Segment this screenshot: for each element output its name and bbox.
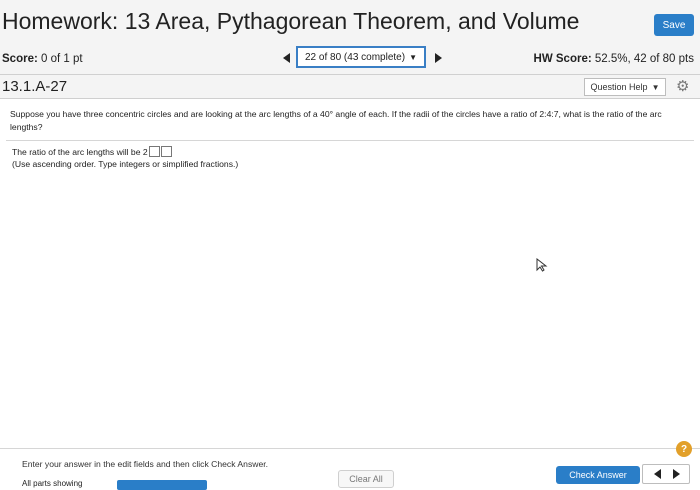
caret-down-icon: ▼ [651, 82, 660, 92]
hw-score: HW Score: 52.5%, 42 of 80 pts [534, 53, 694, 65]
parts-progress-bar [117, 480, 207, 490]
question-help-button[interactable]: Question Help ▼ [584, 78, 666, 96]
gear-icon[interactable]: ⚙ [676, 77, 689, 95]
question-select[interactable]: 22 of 80 (43 complete) ▼ [296, 46, 426, 68]
all-parts-showing: All parts showing [22, 479, 83, 488]
mouse-cursor-icon [536, 258, 548, 272]
question-select-label: 22 of 80 (43 complete) [305, 51, 406, 63]
answer-input-1[interactable] [148, 146, 160, 157]
hw-score-value: 52.5%, 42 of 80 pts [594, 53, 694, 65]
clear-all-button[interactable]: Clear All [338, 470, 394, 488]
chevron-right-icon[interactable] [673, 469, 680, 479]
answer-hint: (Use ascending order. Type integers or s… [12, 159, 239, 169]
next-question-icon[interactable] [435, 53, 442, 63]
check-answer-button[interactable]: Check Answer [556, 466, 640, 484]
footer-divider [0, 448, 700, 449]
question-mark-icon[interactable]: ? [676, 441, 692, 457]
question-id: 13.1.A-27 [2, 78, 68, 95]
question-header: 13.1.A-27 Question Help ▼ ⚙ [0, 75, 700, 99]
save-button[interactable]: Save [654, 14, 694, 36]
question-help-label: Question Help [590, 82, 648, 92]
previous-question-icon[interactable] [283, 53, 290, 63]
top-bar: Homework: 13 Area, Pythagorean Theorem, … [0, 0, 700, 44]
answer-prefix: The ratio of the arc lengths will be 2 [12, 147, 148, 157]
instruction-text: Enter your answer in the edit fields and… [22, 459, 269, 469]
score: Score: 0 of 1 pt [2, 53, 83, 65]
question-text: Suppose you have three concentric circle… [10, 109, 662, 132]
score-label: Score: [2, 53, 38, 65]
answer-input-2[interactable] [160, 146, 172, 157]
score-bar: Score: 0 of 1 pt 22 of 80 (43 complete) … [0, 44, 700, 75]
page-title: Homework: 13 Area, Pythagorean Theorem, … [2, 8, 580, 34]
caret-down-icon: ▼ [409, 52, 417, 62]
divider [6, 140, 694, 141]
answer-line: The ratio of the arc lengths will be 2 [12, 146, 172, 157]
part-navigation [642, 464, 690, 484]
score-value: 0 of 1 pt [41, 53, 83, 65]
hw-score-label: HW Score: [533, 53, 592, 65]
chevron-left-icon[interactable] [654, 469, 661, 479]
